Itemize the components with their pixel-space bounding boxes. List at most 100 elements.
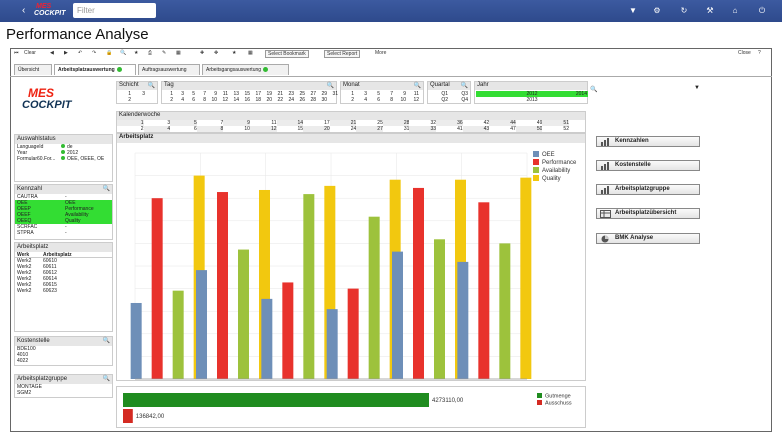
close-button[interactable]: Close [738, 50, 751, 56]
bar-oee[interactable] [261, 298, 273, 379]
nav-button-kostenstelle[interactable]: Kostenstelle [596, 160, 700, 171]
week-option[interactable]: 52 [542, 126, 569, 132]
filter-option[interactable]: 16 [239, 97, 250, 103]
power-icon[interactable]: ⏻ [757, 6, 767, 16]
bar-availability[interactable] [434, 239, 445, 379]
bar-ausschuss[interactable] [123, 409, 133, 423]
search-icon[interactable]: 🔍 [327, 82, 334, 89]
filter-option[interactable]: 8 [195, 97, 206, 103]
week-option[interactable]: 43 [462, 126, 490, 132]
filter-option[interactable]: 4 [173, 97, 184, 103]
jahr-option[interactable]: 2014 [573, 91, 587, 97]
clear-button[interactable]: Clear [24, 50, 36, 56]
nav-button-arbeitsplatzübersicht[interactable]: Arbeitsplatzübersicht [596, 208, 700, 219]
week-option[interactable]: 20 [303, 126, 330, 132]
week-option[interactable]: 50 [515, 126, 543, 132]
filter-option[interactable]: 2 [341, 97, 354, 103]
filter-option[interactable]: 8 [380, 97, 393, 103]
kostenstelle-option[interactable]: 4022 [15, 358, 112, 364]
tools-icon[interactable]: ⚒ [705, 6, 715, 15]
week-option[interactable]: 2 [117, 126, 144, 132]
nav-button-arbeitsplatzgruppe[interactable]: Arbeitsplatzgruppe [596, 184, 700, 195]
filter-option[interactable]: 18 [250, 97, 261, 103]
search-icon[interactable]: 🔍 [103, 185, 110, 192]
move-icon[interactable]: ✥ [214, 50, 218, 56]
table-row[interactable]: Werk2 60623 [15, 288, 112, 294]
print-icon[interactable]: ⎙ [148, 50, 152, 56]
bar-oee[interactable] [130, 302, 142, 379]
filter-option[interactable]: 12 [406, 97, 419, 103]
tab-arbeitsgangsauswertung[interactable]: Arbeitsgangsauswertung [202, 64, 289, 75]
jahr-option[interactable]: 2013 [476, 97, 588, 103]
filter-option[interactable]: Q2 [428, 97, 448, 103]
nav-button-bmk-analyse[interactable]: BMK Analyse [596, 233, 700, 244]
bar-availability[interactable] [368, 216, 380, 379]
week-option[interactable]: 12 [249, 126, 277, 132]
select-report[interactable]: Select Report [324, 50, 361, 58]
back-icon[interactable]: ‹ [22, 5, 25, 16]
bar-performance[interactable] [282, 282, 294, 379]
more-menu[interactable]: More [375, 50, 386, 56]
filter-option[interactable]: 30 [316, 97, 327, 103]
bar-gutmenge[interactable] [123, 393, 429, 407]
home-icon[interactable]: ⌂ [730, 6, 740, 15]
filter-option[interactable]: Q4 [448, 97, 468, 103]
bar-availability[interactable] [303, 194, 315, 379]
week-option[interactable]: 4 [143, 126, 171, 132]
tab-auftragsauswertung[interactable]: Auftragsauswertung [138, 64, 200, 75]
search-icon[interactable]: 🔍 [590, 86, 597, 93]
week-option[interactable]: 6 [170, 126, 197, 132]
filter-option[interactable]: 31 [327, 91, 338, 97]
week-option[interactable]: 15 [276, 126, 304, 132]
bar-performance[interactable] [478, 202, 490, 379]
week-option[interactable]: 10 [223, 126, 250, 132]
filter-option[interactable]: 14 [228, 97, 239, 103]
filter-option[interactable]: 10 [206, 97, 217, 103]
refresh-icon[interactable]: ↻ [679, 6, 689, 15]
week-option[interactable]: 47 [489, 126, 516, 132]
chevron-down-icon[interactable]: ▼ [694, 85, 700, 91]
tab-uebersicht[interactable]: Übersicht [14, 64, 52, 75]
back-arrow-icon[interactable]: ◀ [50, 50, 54, 56]
filter-option[interactable]: 6 [367, 97, 380, 103]
week-option[interactable]: 33 [409, 126, 437, 132]
filter-option[interactable]: 20 [261, 97, 272, 103]
bar-performance[interactable] [347, 288, 359, 379]
bar-oee[interactable] [392, 251, 403, 379]
dashboard-icon[interactable]: ▦ [248, 50, 253, 56]
week-option[interactable]: 24 [329, 126, 357, 132]
bookmark-icon[interactable]: ★ [134, 50, 138, 56]
bar-oee[interactable] [457, 261, 469, 379]
bar-oee[interactable] [326, 309, 338, 379]
undo-icon[interactable]: ↶ [78, 50, 82, 56]
select-bookmark[interactable]: Select Bookmark [265, 50, 309, 58]
filter-option[interactable]: 10 [393, 97, 406, 103]
filter-option[interactable]: 3 [131, 91, 145, 97]
filter-option[interactable]: 28 [305, 97, 316, 103]
week-option[interactable]: 27 [356, 126, 383, 132]
filter-option[interactable]: 4 [354, 97, 367, 103]
clear-icon[interactable]: ⏮ [14, 50, 19, 56]
week-option[interactable]: 41 [436, 126, 463, 132]
bar-performance[interactable] [217, 192, 228, 379]
filter-option[interactable]: 2 [117, 97, 131, 103]
filter-input[interactable]: Filter [73, 3, 156, 18]
lock-icon[interactable]: 🔒 [106, 50, 112, 56]
nav-button-kennzahlen[interactable]: Kennzahlen [596, 136, 700, 147]
bar-performance[interactable] [151, 198, 163, 379]
chart-icon[interactable]: ▦ [176, 50, 181, 56]
filter-option[interactable]: 26 [294, 97, 305, 103]
search-icon[interactable]: 🔍 [120, 50, 126, 56]
search-icon[interactable]: 🔍 [103, 375, 110, 382]
star-icon[interactable]: ★ [232, 50, 236, 56]
forward-arrow-icon[interactable]: ▶ [64, 50, 68, 56]
bar-availability[interactable] [172, 290, 184, 379]
settings-icon[interactable]: ⚙ [652, 6, 662, 15]
bar-quality[interactable] [520, 177, 532, 379]
search-icon[interactable]: 🔍 [148, 82, 155, 89]
search-icon[interactable]: 🔍 [414, 82, 421, 89]
filter-option[interactable]: 6 [184, 97, 195, 103]
filter-option[interactable]: 2 [162, 97, 173, 103]
bar-availability[interactable] [499, 243, 511, 379]
help-icon[interactable]: ? [758, 50, 761, 56]
